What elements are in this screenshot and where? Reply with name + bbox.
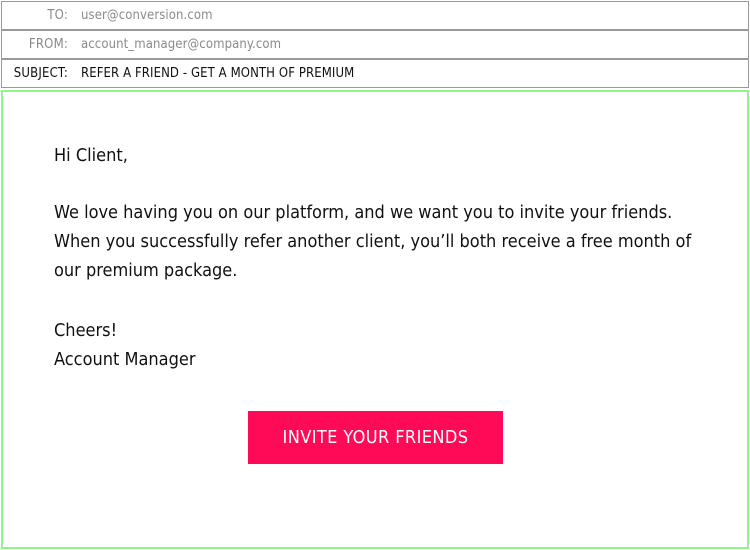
subject-label: SUBJECT: xyxy=(13,66,68,81)
invite-friends-button[interactable]: INVITE YOUR FRIENDS xyxy=(248,411,503,464)
signature-text: Account Manager xyxy=(54,349,196,370)
to-field-row: TO: user@conversion.com xyxy=(1,1,749,30)
greeting-text: Hi Client, xyxy=(54,145,128,166)
message-text: We love having you on our platform, and … xyxy=(54,202,692,281)
to-label: TO: xyxy=(47,8,68,23)
subject-value[interactable]: REFER A FRIEND - GET A MONTH OF PREMIUM xyxy=(81,66,354,81)
from-label: FROM: xyxy=(28,37,68,52)
from-field-row: FROM: account_manager@company.com xyxy=(1,30,749,59)
subject-field-row: SUBJECT: REFER A FRIEND - GET A MONTH OF… xyxy=(1,59,749,88)
to-value[interactable]: user@conversion.com xyxy=(81,8,213,23)
from-value[interactable]: account_manager@company.com xyxy=(81,37,281,52)
closing-text: Cheers! xyxy=(54,320,118,341)
sign-off: Cheers! Account Manager xyxy=(54,316,195,374)
email-body: Hi Client, We love having you on our pla… xyxy=(1,90,749,549)
